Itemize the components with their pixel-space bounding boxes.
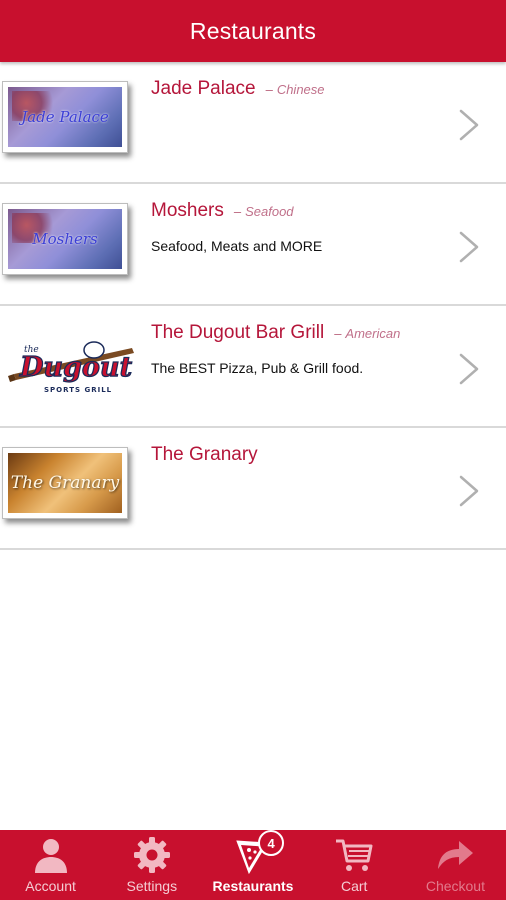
- logo-text: Dugout: [19, 352, 133, 383]
- restaurant-title-line: Moshers – Seafood: [151, 200, 294, 222]
- tab-account[interactable]: Account: [0, 830, 101, 900]
- logo-sub-text: SPORTS GRILL: [44, 386, 112, 394]
- person-icon: [34, 839, 67, 873]
- restaurant-name: The Dugout Bar Grill: [151, 322, 325, 343]
- tab-label: Settings: [126, 878, 178, 894]
- tab-label: Account: [25, 878, 76, 894]
- bottom-tab-bar: Account Settings 4 Restaurants Cart Chec…: [0, 830, 506, 900]
- restaurant-name: Jade Palace: [151, 78, 256, 99]
- cuisine-separator: –: [265, 82, 273, 97]
- chevron-right-icon: [459, 475, 479, 507]
- restaurant-title-line: The Granary: [151, 444, 258, 466]
- restaurant-name: The Granary: [151, 444, 258, 465]
- tab-label: Checkout: [425, 878, 485, 894]
- gear-icon: [133, 837, 170, 873]
- chevron-right-icon: [459, 231, 479, 263]
- thumbnail-text: Moshers: [32, 230, 98, 248]
- restaurant-row-moshers[interactable]: Moshers Moshers – Seafood Seafood, Meats a…: [0, 184, 506, 306]
- restaurant-name: Moshers: [151, 200, 224, 221]
- restaurant-description: The BEST Pizza, Pub & Grill food.: [151, 360, 364, 376]
- restaurant-thumbnail: The Granary: [2, 447, 128, 519]
- restaurant-thumbnail: Moshers: [2, 203, 128, 275]
- cart-icon: [336, 839, 373, 871]
- tab-restaurants[interactable]: 4 Restaurants: [202, 830, 303, 900]
- restaurant-cuisine: Seafood: [245, 204, 294, 219]
- restaurant-thumbnail: Jade Palace: [2, 81, 128, 153]
- restaurant-cuisine: Chinese: [276, 82, 325, 97]
- chevron-right-icon: [459, 109, 479, 141]
- thumbnail-text: The Granary: [10, 473, 120, 493]
- forward-arrow-icon: [438, 841, 474, 869]
- restaurant-list: Jade Palace Jade Palace – Chinese Moshers …: [0, 62, 506, 550]
- page-title: Restaurants: [189, 17, 317, 44]
- restaurant-description: Seafood, Meats and MORE: [151, 238, 323, 254]
- chevron-right-icon: [459, 353, 479, 385]
- thumbnail-text: Jade Palace: [21, 108, 109, 126]
- restaurant-title-line: The Dugout Bar Grill – American: [151, 322, 400, 344]
- cuisine-separator: –: [233, 204, 242, 219]
- restaurant-title-line: Jade Palace – Chinese: [151, 78, 325, 100]
- app-header: Restaurants: [0, 0, 506, 62]
- tab-checkout[interactable]: Checkout: [405, 830, 506, 900]
- notification-badge: 4: [258, 830, 285, 856]
- tab-cart[interactable]: Cart: [304, 830, 405, 900]
- restaurant-row-granary[interactable]: The Granary The Granary: [0, 428, 506, 550]
- restaurant-row-dugout[interactable]: the Dugout SPORTS GRILL The Dugout Bar G…: [0, 306, 506, 428]
- tab-settings[interactable]: Settings: [101, 830, 202, 900]
- restaurant-cuisine: American: [345, 326, 401, 341]
- dugout-logo: the Dugout SPORTS GRILL: [8, 341, 134, 394]
- restaurant-row-jade-palace[interactable]: Jade Palace Jade Palace – Chinese: [0, 62, 506, 184]
- tab-label: Cart: [340, 878, 368, 894]
- cuisine-separator: –: [334, 326, 342, 341]
- tab-label: Restaurants: [212, 878, 294, 894]
